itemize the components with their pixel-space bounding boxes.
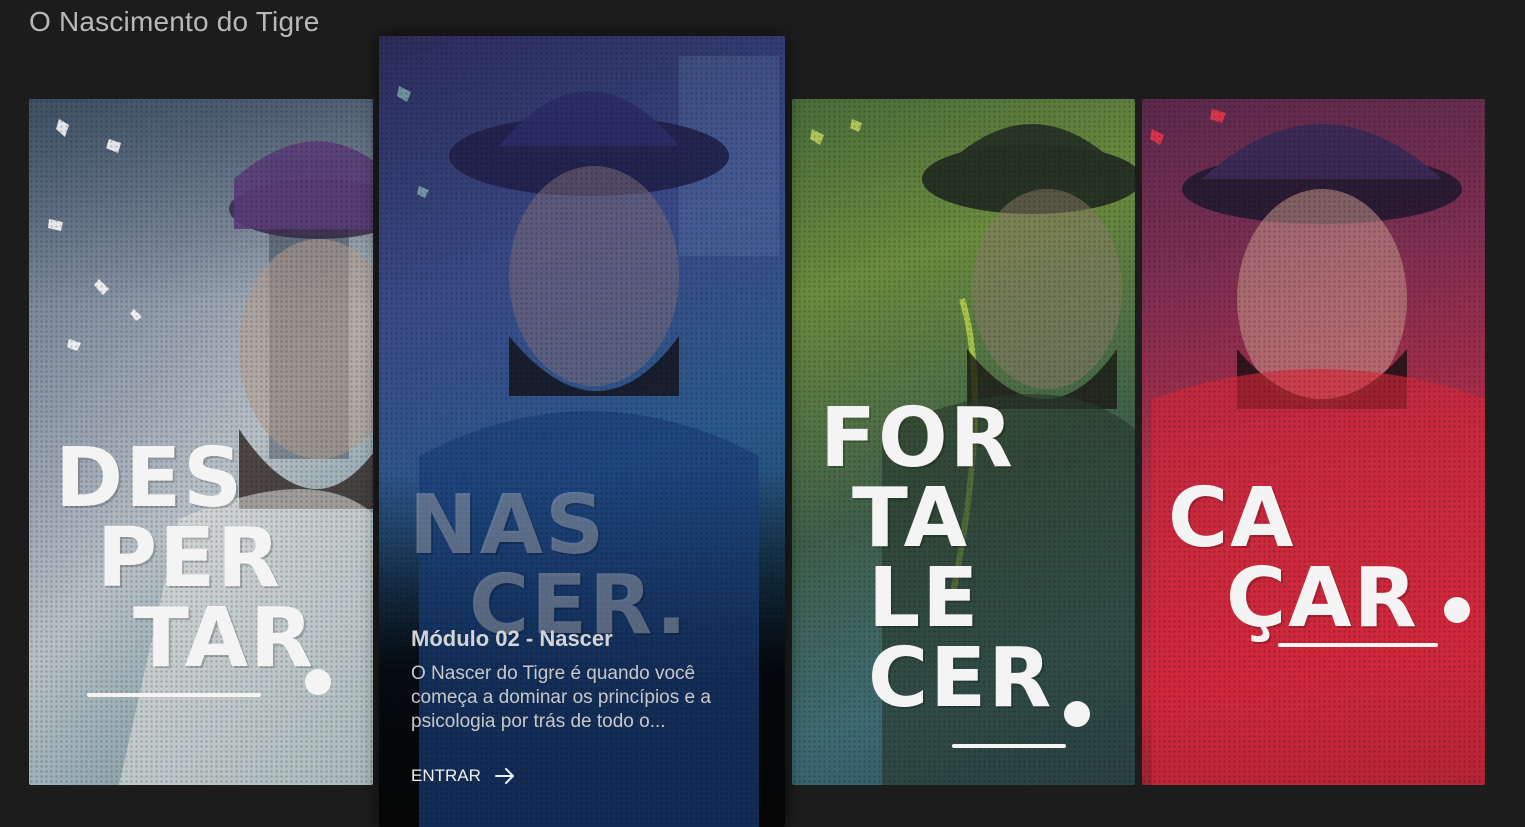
module-card-3[interactable]: FOR TA LE CER (792, 99, 1135, 785)
poster-line: ÇAR (1226, 551, 1419, 646)
poster-line: CA (1168, 471, 1296, 566)
poster-line: TA (852, 471, 970, 566)
arrow-right-icon (494, 768, 514, 784)
halftone-overlay (1142, 99, 1485, 785)
poster-line: PER (97, 511, 283, 606)
module-card-4[interactable]: CA ÇAR (1142, 99, 1485, 785)
enter-button[interactable]: ENTRAR (411, 766, 515, 786)
module-info: Módulo 02 - Nascer O Nascer do Tigre é q… (411, 626, 761, 734)
poster-line: CER (868, 631, 1054, 726)
page-title: O Nascimento do Tigre (29, 6, 320, 37)
poster-line: FOR (820, 391, 1015, 486)
poster-word: DES PER TAR (55, 431, 316, 686)
poster-word: NAS CER. (409, 478, 689, 647)
module-description: O Nascer do Tigre é quando você começa a… (411, 663, 711, 732)
poster-line: NAS (409, 478, 607, 573)
module-card-2[interactable]: NAS CER. Módulo 02 - Nascer O Nascer do … (379, 36, 785, 827)
poster-word: FOR TA LE CER (820, 391, 1054, 726)
poster-line: TAR (133, 591, 316, 686)
module-title: Módulo 02 - Nascer (411, 626, 613, 651)
poster-line: DES (55, 431, 245, 526)
poster-period-dot (1444, 597, 1470, 623)
poster-underline (87, 693, 261, 697)
enter-button-label: ENTRAR (411, 766, 481, 785)
poster-line: LE (868, 551, 981, 646)
poster-word: CA ÇAR (1168, 471, 1419, 646)
poster-period-dot (305, 669, 331, 695)
poster-underline (952, 744, 1066, 748)
poster-underline (1278, 643, 1438, 647)
module-card-1[interactable]: DES PER TAR (29, 99, 373, 785)
poster-period-dot (1064, 701, 1090, 727)
